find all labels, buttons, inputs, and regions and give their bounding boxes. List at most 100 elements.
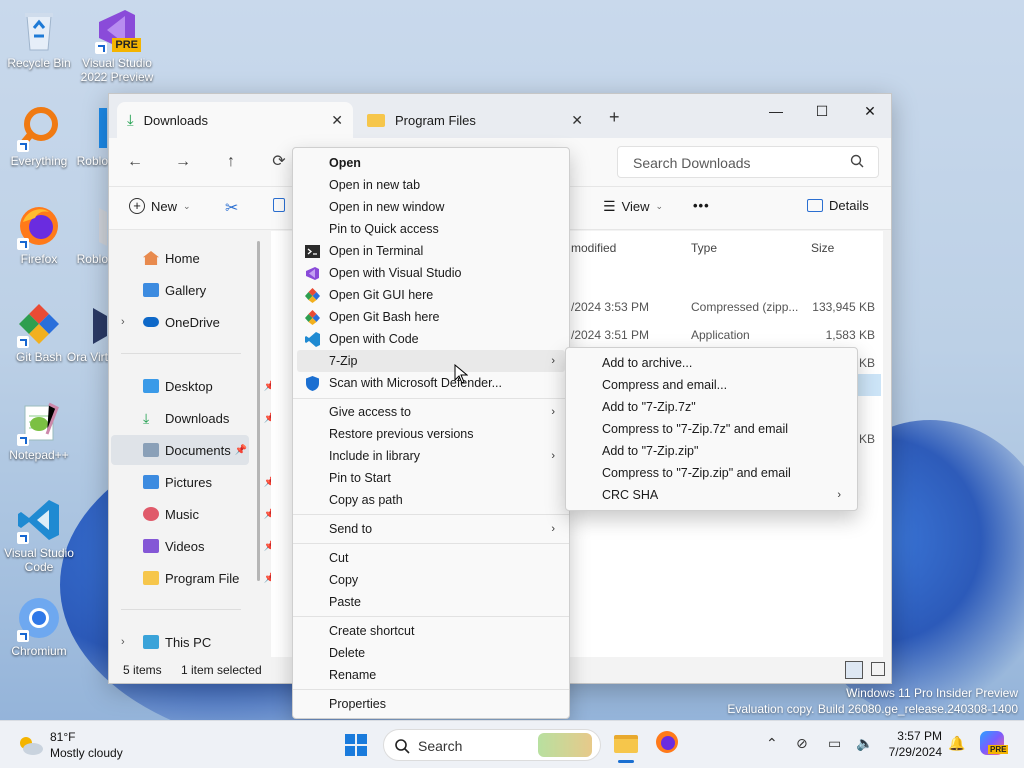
- menu-item-include-library[interactable]: Include in library ›: [297, 445, 565, 467]
- chevron-right-icon: ›: [551, 523, 555, 535]
- firefox-taskbar-button[interactable]: [654, 729, 684, 761]
- cut-button[interactable]: ✂: [225, 198, 238, 218]
- menu-item-compress-7z-email[interactable]: Compress to "7-Zip.7z" and email: [570, 418, 853, 440]
- column-header-type[interactable]: Type: [691, 241, 717, 255]
- menu-item-open[interactable]: Open: [297, 152, 565, 174]
- context-menu: Open Open in new tab Open in new window …: [292, 147, 570, 719]
- forward-button[interactable]: →: [171, 150, 195, 174]
- shortcut-arrow-icon: [17, 336, 29, 348]
- menu-separator: [293, 689, 569, 690]
- search-icon: [394, 738, 410, 757]
- up-button[interactable]: ↑: [219, 150, 243, 174]
- volume-icon[interactable]: 🔈: [856, 735, 873, 752]
- refresh-button[interactable]: ⟳: [267, 150, 291, 174]
- shield-icon: [305, 376, 320, 391]
- title-bar: ⤓ Downloads ✕ Program Files ✕ + — ☐ ✕: [109, 94, 891, 138]
- menu-item-rename[interactable]: Rename: [297, 664, 565, 686]
- menu-item-give-access[interactable]: Give access to ›: [297, 401, 565, 423]
- chevron-right-icon: ›: [551, 355, 555, 367]
- firefox-icon: [15, 202, 63, 250]
- menu-item-add-7z[interactable]: Add to "7-Zip.7z": [570, 396, 853, 418]
- menu-item-compress-email[interactable]: Compress and email...: [570, 374, 853, 396]
- details-pane-icon: [807, 199, 823, 212]
- file-explorer-taskbar-button[interactable]: [610, 727, 642, 763]
- view-button[interactable]: ☰ View ⌄: [603, 198, 663, 215]
- weather-temperature: 81°F: [50, 730, 76, 744]
- sidebar-item-onedrive[interactable]: › OneDrive: [121, 307, 256, 337]
- git-icon: [305, 288, 320, 303]
- menu-item-paste[interactable]: Paste: [297, 591, 565, 613]
- desktop-icon-roblox-2[interactable]: Roblo: [58, 202, 108, 266]
- desktop-icon-chromium[interactable]: Chromium: [1, 594, 77, 658]
- menu-item-open-new-tab[interactable]: Open in new tab: [297, 174, 565, 196]
- close-tab-icon[interactable]: ✕: [571, 112, 583, 129]
- column-header-size[interactable]: Size: [811, 241, 834, 255]
- search-highlight-icon: [538, 733, 592, 757]
- menu-item-send-to[interactable]: Send to ›: [297, 518, 565, 540]
- music-icon: [143, 507, 159, 521]
- menu-item-pin-quick-access[interactable]: Pin to Quick access: [297, 218, 565, 240]
- tab-downloads[interactable]: ⤓ Downloads ✕: [117, 102, 353, 138]
- menu-item-cut[interactable]: Cut: [297, 547, 565, 569]
- gallery-icon: [143, 283, 159, 297]
- column-header-modified[interactable]: modified: [571, 241, 616, 255]
- network-off-icon[interactable]: ⊘: [796, 735, 808, 752]
- sidebar-item-documents[interactable]: Documents 📌: [111, 435, 249, 465]
- sidebar-scrollbar[interactable]: [257, 241, 260, 581]
- navigation-pane: Home Gallery › OneDrive Desktop 📌 ⤓ Down…: [109, 231, 276, 658]
- desktop-icon-vscode[interactable]: Visual Studio Code: [1, 496, 77, 574]
- menu-item-git-bash[interactable]: Open Git Bash here: [297, 306, 565, 328]
- back-button[interactable]: ←: [123, 150, 147, 174]
- menu-item-delete[interactable]: Delete: [297, 642, 565, 664]
- copy-button[interactable]: [273, 198, 285, 212]
- menu-item-restore-versions[interactable]: Restore previous versions: [297, 423, 565, 445]
- details-view-icon[interactable]: [845, 661, 863, 679]
- shortcut-arrow-icon: [17, 140, 29, 152]
- menu-item-properties[interactable]: Properties: [297, 693, 565, 715]
- start-button[interactable]: [344, 733, 368, 757]
- menu-item-defender-scan[interactable]: Scan with Microsoft Defender...: [297, 372, 565, 394]
- menu-item-7zip[interactable]: 7-Zip ›: [297, 350, 565, 372]
- menu-item-compress-zip-email[interactable]: Compress to "7-Zip.zip" and email: [570, 462, 853, 484]
- taskbar-search[interactable]: Search: [383, 729, 601, 761]
- show-hidden-icons-button[interactable]: ⌃: [766, 735, 778, 752]
- menu-item-add-archive[interactable]: Add to archive...: [570, 352, 853, 374]
- menu-item-crc-sha[interactable]: CRC SHA ›: [570, 484, 853, 506]
- menu-item-add-zip[interactable]: Add to "7-Zip.zip": [570, 440, 853, 462]
- search-input[interactable]: Search Downloads: [617, 146, 879, 178]
- menu-item-open-terminal[interactable]: Open in Terminal: [297, 240, 565, 262]
- minimize-button[interactable]: —: [753, 98, 799, 124]
- menu-item-git-gui[interactable]: Open Git GUI here: [297, 284, 565, 306]
- close-button[interactable]: ✕: [847, 98, 893, 124]
- tab-program-files[interactable]: Program Files ✕: [357, 102, 593, 138]
- notification-bell-icon[interactable]: 🔔: [948, 735, 965, 752]
- sidebar-item-this-pc[interactable]: › This PC: [121, 627, 256, 657]
- see-more-button[interactable]: •••: [693, 198, 710, 213]
- desktop-icon-oracle-virtualbox[interactable]: Ora Virt: [58, 300, 108, 364]
- clock[interactable]: 3:57 PM 7/29/2024: [889, 728, 942, 760]
- preview-badge: PRE: [112, 38, 141, 52]
- virtualbox-icon: [59, 300, 107, 348]
- copilot-button[interactable]: PRE: [980, 731, 1009, 759]
- details-pane-button[interactable]: Details: [807, 198, 869, 213]
- new-tab-button[interactable]: +: [609, 107, 620, 128]
- tiles-view-icon[interactable]: [871, 662, 885, 676]
- maximize-button[interactable]: ☐: [799, 98, 845, 124]
- clock-time: 3:57 PM: [897, 729, 942, 743]
- menu-item-create-shortcut[interactable]: Create shortcut: [297, 620, 565, 642]
- home-icon: [143, 251, 159, 265]
- desktop-icon-roblox-1[interactable]: Roblo: [58, 104, 108, 168]
- menu-item-open-visual-studio[interactable]: Open with Visual Studio: [297, 262, 565, 284]
- menu-item-open-code[interactable]: Open with Code: [297, 328, 565, 350]
- menu-item-open-new-window[interactable]: Open in new window: [297, 196, 565, 218]
- close-tab-icon[interactable]: ✕: [331, 112, 343, 129]
- desktop-icon-visual-studio-preview[interactable]: PRE Visual Studio 2022 Preview: [79, 6, 155, 84]
- desktop-icon-recycle-bin[interactable]: Recycle Bin: [1, 6, 77, 70]
- weather-widget[interactable]: 81°F Mostly cloudy: [14, 727, 134, 763]
- desktop-icon-notepadpp[interactable]: Notepad++: [1, 398, 77, 462]
- menu-item-pin-start[interactable]: Pin to Start: [297, 467, 565, 489]
- display-icon[interactable]: ▭: [828, 735, 841, 752]
- new-button[interactable]: + New ⌄: [129, 198, 191, 214]
- menu-item-copy-path[interactable]: Copy as path: [297, 489, 565, 511]
- menu-item-copy[interactable]: Copy: [297, 569, 565, 591]
